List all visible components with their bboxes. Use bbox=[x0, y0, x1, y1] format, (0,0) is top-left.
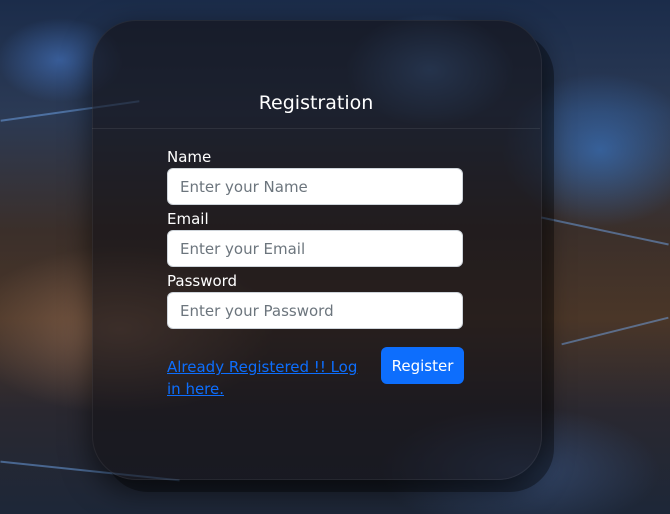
title-divider bbox=[92, 128, 540, 129]
name-label: Name bbox=[167, 148, 212, 166]
password-label: Password bbox=[167, 272, 238, 290]
register-button[interactable]: Register bbox=[381, 347, 464, 384]
form-title: Registration bbox=[258, 92, 374, 114]
email-input[interactable] bbox=[167, 230, 463, 267]
background-decoration bbox=[561, 316, 669, 346]
email-label: Email bbox=[167, 210, 209, 228]
password-input[interactable] bbox=[167, 292, 463, 329]
name-input[interactable] bbox=[167, 168, 463, 205]
background-decoration bbox=[541, 216, 669, 246]
login-link[interactable]: Already Registered !! Log in here. bbox=[167, 356, 371, 400]
